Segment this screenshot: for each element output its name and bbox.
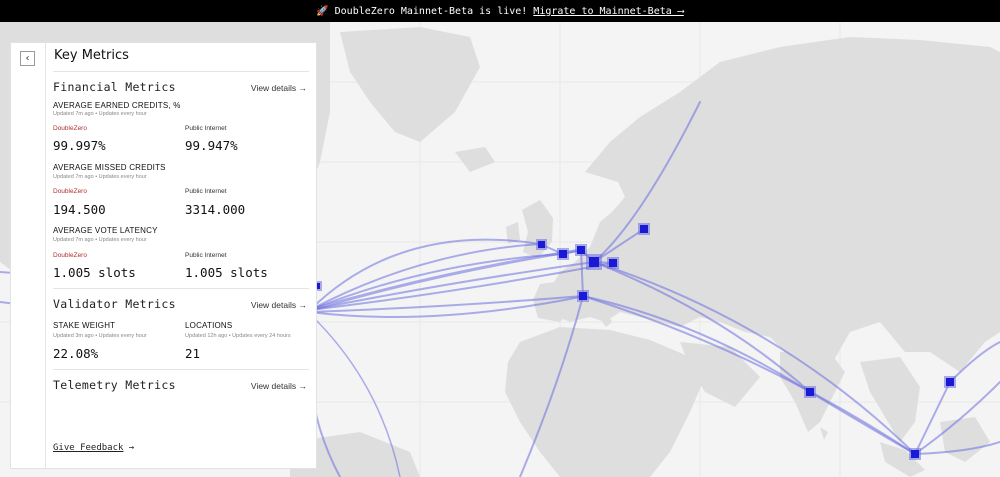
missed-dz-label: DoubleZero	[53, 188, 87, 195]
node-marker[interactable]	[607, 257, 619, 269]
node-marker[interactable]	[638, 223, 650, 235]
sri-lanka-land	[820, 427, 828, 440]
migrate-link[interactable]: Migrate to Mainnet-Beta ⟶	[533, 6, 684, 17]
earned-pi-value: 99.947%	[185, 138, 238, 153]
section-divider	[53, 288, 309, 289]
eurasia-land	[548, 37, 1000, 382]
borneo-land	[940, 417, 990, 462]
give-feedback-link[interactable]: Give Feedback →	[53, 443, 134, 453]
stake-weight-label: STAKE WEIGHT	[53, 321, 116, 330]
node-marker[interactable]	[909, 448, 921, 460]
arrow-right-icon: →	[128, 443, 135, 453]
financial-view-details-link[interactable]: View details →	[251, 83, 307, 93]
node-marker[interactable]	[575, 244, 587, 256]
vote-latency-updated: Updated 7m ago • Updates every hour	[53, 237, 147, 243]
telemetry-metrics-title: Telemetry Metrics	[53, 378, 176, 392]
latency-dz-value: 1.005 slots	[53, 265, 136, 280]
give-feedback-label: Give Feedback	[53, 443, 124, 453]
section-divider	[53, 369, 309, 370]
latency-pi-value: 1.005 slots	[185, 265, 268, 280]
latency-pi-label: Public Internet	[185, 252, 227, 259]
locations-label: LOCATIONS	[185, 321, 233, 330]
node-marker[interactable]	[536, 239, 547, 250]
missed-dz-value: 194.500	[53, 202, 106, 217]
chevron-left-icon: ‹	[25, 53, 30, 64]
iceland-land	[455, 147, 495, 172]
locations-updated: Updated 12h ago • Updates every 24 hours	[185, 333, 291, 339]
section-divider	[53, 71, 309, 72]
announcement-banner: 🚀 DoubleZero Mainnet-Beta is live! Migra…	[0, 0, 1000, 22]
missed-pi-label: Public Internet	[185, 188, 227, 195]
node-marker[interactable]	[557, 248, 569, 260]
stake-weight-value: 22.08%	[53, 346, 99, 361]
vote-latency-label: AVERAGE VOTE LATENCY	[53, 226, 158, 235]
latency-dz-label: DoubleZero	[53, 252, 87, 259]
rocket-icon: 🚀	[316, 5, 329, 17]
earned-pi-label: Public Internet	[185, 125, 227, 132]
panel-divider	[45, 43, 46, 468]
missed-pi-value: 3314.000	[185, 202, 246, 217]
locations-value: 21	[185, 346, 201, 361]
node-marker[interactable]	[577, 290, 589, 302]
validator-metrics-title: Validator Metrics	[53, 297, 176, 311]
validator-view-details-link[interactable]: View details →	[251, 300, 307, 310]
earned-credits-updated: Updated 7m ago • Updates every hour	[53, 111, 147, 117]
missed-credits-updated: Updated 7m ago • Updates every hour	[53, 174, 147, 180]
financial-metrics-title: Financial Metrics	[53, 80, 176, 94]
missed-credits-label: AVERAGE MISSED CREDITS	[53, 163, 166, 172]
earned-dz-value: 99.997%	[53, 138, 106, 153]
node-marker[interactable]	[804, 386, 816, 398]
africa-land	[505, 327, 705, 477]
earned-credits-label: AVERAGE EARNED CREDITS, %	[53, 101, 181, 110]
collapse-panel-button[interactable]: ‹	[20, 51, 35, 66]
earned-dz-label: DoubleZero	[53, 125, 87, 132]
node-marker[interactable]	[586, 254, 602, 270]
key-metrics-panel: ‹ Key Metrics Financial Metrics View det…	[10, 42, 317, 469]
node-marker[interactable]	[944, 376, 956, 388]
banner-message: DoubleZero Mainnet-Beta is live!	[334, 5, 528, 17]
panel-title: Key Metrics	[54, 48, 129, 63]
telemetry-view-details-link[interactable]: View details →	[251, 381, 307, 391]
stake-weight-updated: Updated 3m ago • Updates every hour	[53, 333, 147, 339]
greenland-land	[340, 27, 480, 142]
